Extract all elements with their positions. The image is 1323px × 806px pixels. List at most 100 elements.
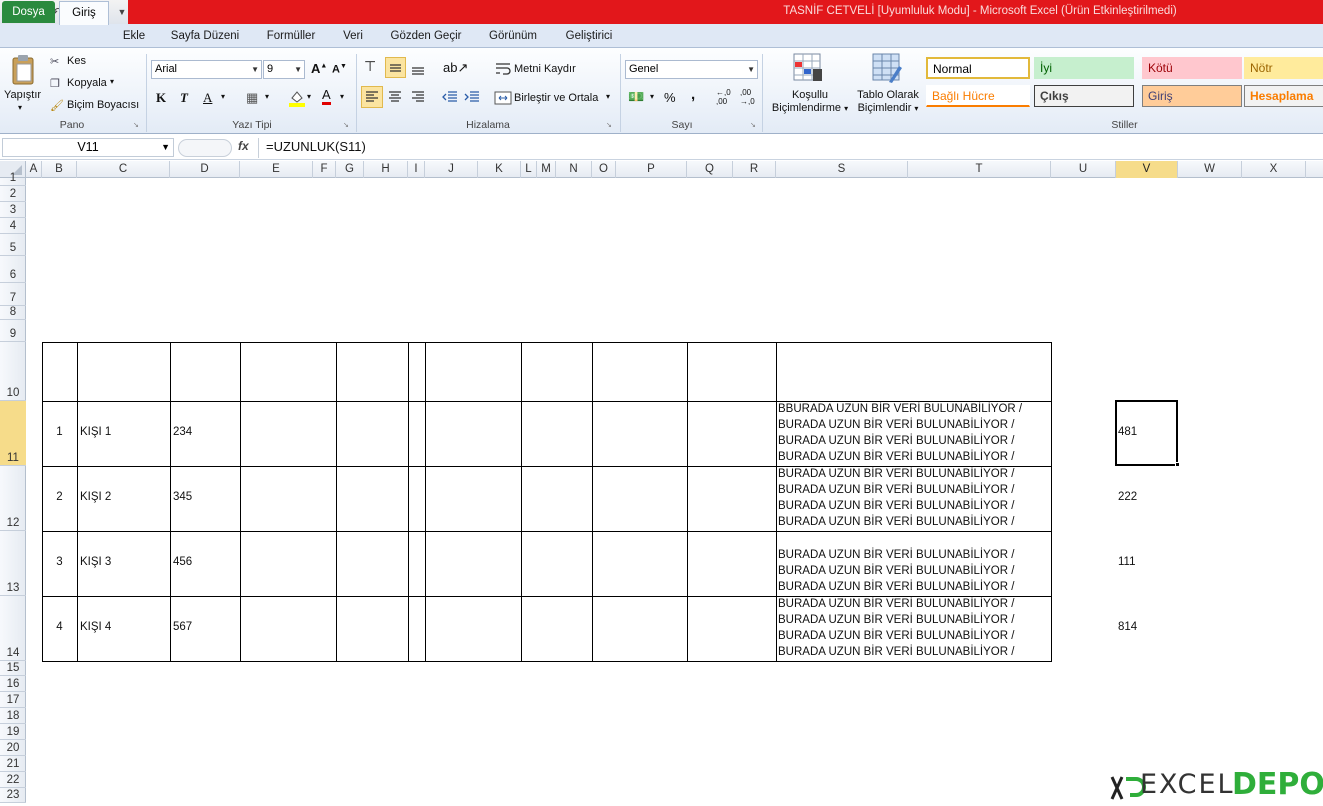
column-header-n[interactable]: N bbox=[556, 161, 592, 178]
decrease-indent-icon[interactable] bbox=[441, 88, 459, 106]
borders-dropdown-icon[interactable]: ▾ bbox=[265, 92, 269, 101]
cell-text-length[interactable]: 814 bbox=[1118, 621, 1176, 637]
cell-long-text[interactable]: BBURADA UZUN BİR VERİ BULUNABİLİYOR / BUR… bbox=[778, 401, 1050, 465]
conditional-formatting-icon[interactable] bbox=[792, 52, 824, 84]
row-header-5[interactable]: 5 bbox=[0, 234, 26, 256]
merge-center-icon[interactable] bbox=[494, 89, 512, 107]
cell-person-name[interactable]: KİŞİ 3 bbox=[80, 556, 168, 572]
column-header-a[interactable]: A bbox=[26, 161, 42, 178]
row-header-22[interactable]: 22 bbox=[0, 772, 26, 788]
column-header-w[interactable]: W bbox=[1178, 161, 1242, 178]
increase-indent-icon[interactable] bbox=[463, 88, 481, 106]
cell-style-6[interactable]: Çıkış bbox=[1034, 85, 1134, 107]
shrink-font-icon[interactable]: A▼ bbox=[332, 63, 347, 76]
orientation-icon[interactable]: ab↗ bbox=[443, 60, 468, 76]
cell-style-2[interactable]: İyi bbox=[1034, 57, 1134, 79]
formula-bar-resize-handle[interactable] bbox=[178, 139, 232, 157]
currency-dropdown-icon[interactable]: ▾ bbox=[650, 92, 654, 101]
column-header-r[interactable]: R bbox=[733, 161, 776, 178]
row-header-14[interactable]: 14 bbox=[0, 596, 26, 661]
cell-row-number[interactable]: 3 bbox=[42, 556, 77, 572]
cell-value[interactable]: 567 bbox=[173, 621, 239, 637]
column-header-t[interactable]: T bbox=[908, 161, 1051, 178]
borders-icon[interactable]: ▦ bbox=[246, 90, 258, 106]
align-right-icon[interactable] bbox=[409, 88, 427, 106]
copy-button[interactable]: Kopyala bbox=[67, 77, 107, 89]
fill-handle[interactable] bbox=[1175, 462, 1180, 467]
comma-button[interactable]: , bbox=[691, 86, 695, 103]
format-painter-icon[interactable]: 🖌 bbox=[50, 99, 64, 112]
row-header-20[interactable]: 20 bbox=[0, 740, 26, 756]
cell-person-name[interactable]: KİŞİ 4 bbox=[80, 621, 168, 637]
align-center-icon[interactable] bbox=[386, 88, 404, 106]
cell-value[interactable]: 345 bbox=[173, 491, 239, 507]
row-header-7[interactable]: 7 bbox=[0, 283, 26, 306]
row-header-8[interactable]: 8 bbox=[0, 306, 26, 320]
cell-person-name[interactable]: KİŞİ 2 bbox=[80, 491, 168, 507]
row-header-16[interactable]: 16 bbox=[0, 676, 26, 692]
conditional-formatting-button[interactable]: Koşullu Biçimlendirme ▾ bbox=[770, 89, 850, 115]
percent-button[interactable]: % bbox=[664, 90, 676, 105]
tab-developer[interactable]: Geliştirici bbox=[556, 24, 622, 48]
align-middle-icon[interactable] bbox=[385, 57, 406, 78]
row-header-15[interactable]: 15 bbox=[0, 661, 26, 676]
column-header-e[interactable]: E bbox=[240, 161, 313, 178]
merge-dropdown-icon[interactable]: ▾ bbox=[606, 92, 610, 101]
tab-insert[interactable]: Ekle bbox=[114, 24, 154, 48]
align-bottom-icon[interactable] bbox=[409, 59, 427, 77]
insert-function-icon[interactable]: fx bbox=[238, 139, 249, 153]
cell-long-text[interactable]: BURADA UZUN BİR VERİ BULUNABİLİYOR / BURA… bbox=[778, 466, 1050, 530]
column-header-j[interactable]: J bbox=[425, 161, 478, 178]
row-header-18[interactable]: 18 bbox=[0, 708, 26, 724]
tab-view[interactable]: Görünüm bbox=[480, 24, 546, 48]
name-box[interactable]: V11 ▼ bbox=[2, 138, 174, 157]
row-header-13[interactable]: 13 bbox=[0, 531, 26, 596]
cell-long-text[interactable]: BURADA UZUN BİR VERİ BULUNABİLİYOR / BURA… bbox=[778, 547, 1050, 595]
column-header-l[interactable]: L bbox=[521, 161, 537, 178]
row-header-23[interactable]: 23 bbox=[0, 788, 26, 803]
row-header-19[interactable]: 19 bbox=[0, 724, 26, 740]
cell-style-1[interactable]: Normal bbox=[926, 57, 1030, 79]
tab-file[interactable]: Dosya bbox=[2, 1, 55, 23]
column-header-i[interactable]: I bbox=[408, 161, 425, 178]
column-header-v[interactable]: V bbox=[1116, 161, 1178, 178]
cut-icon[interactable]: ✂ bbox=[50, 55, 59, 68]
paste-dropdown-icon[interactable]: ▾ bbox=[18, 103, 22, 112]
column-header-d[interactable]: D bbox=[170, 161, 240, 178]
format-painter-button[interactable]: Biçim Boyacısı bbox=[67, 99, 139, 111]
cell-row-number[interactable]: 4 bbox=[42, 621, 77, 637]
font-color-dropdown-icon[interactable]: ▾ bbox=[340, 92, 344, 101]
column-header-h[interactable]: H bbox=[364, 161, 408, 178]
cell-text-length[interactable]: 111 bbox=[1118, 556, 1176, 572]
column-header-u[interactable]: U bbox=[1051, 161, 1116, 178]
column-header-o[interactable]: O bbox=[592, 161, 616, 178]
clipboard-launcher-icon[interactable]: ↘ bbox=[133, 121, 139, 129]
column-header-q[interactable]: Q bbox=[687, 161, 733, 178]
decrease-decimal-icon[interactable]: ,00 →,0 bbox=[740, 88, 755, 106]
currency-icon[interactable]: 💵 bbox=[628, 89, 644, 105]
align-left-icon[interactable] bbox=[361, 86, 383, 108]
format-as-table-button[interactable]: Tablo Olarak Biçimlendir ▾ bbox=[850, 89, 926, 115]
column-header-p[interactable]: P bbox=[616, 161, 687, 178]
tab-page-layout[interactable]: Sayfa Düzeni bbox=[160, 24, 250, 48]
column-header-k[interactable]: K bbox=[478, 161, 521, 178]
row-header-21[interactable]: 21 bbox=[0, 756, 26, 772]
fill-color-dropdown-icon[interactable]: ▾ bbox=[307, 92, 311, 101]
cut-button[interactable]: Kes bbox=[67, 55, 86, 67]
cell-style-4[interactable]: Nötr bbox=[1244, 57, 1323, 79]
cell-person-name[interactable]: KİŞİ 1 bbox=[80, 426, 168, 442]
row-header-6[interactable]: 6 bbox=[0, 256, 26, 283]
paste-button[interactable]: Yapıştır bbox=[4, 89, 41, 101]
font-size-combo[interactable]: 9 ▼ bbox=[263, 60, 305, 79]
cell-long-text[interactable]: BURADA UZUN BİR VERİ BULUNABİLİYOR / BURA… bbox=[778, 596, 1050, 660]
formula-input[interactable]: =UZUNLUK(S11) bbox=[266, 139, 366, 154]
row-header-4[interactable]: 4 bbox=[0, 218, 26, 234]
paste-icon[interactable] bbox=[8, 54, 38, 86]
column-header-s[interactable]: S bbox=[776, 161, 908, 178]
row-header-10[interactable]: 10 bbox=[0, 342, 26, 401]
cell-value[interactable]: 234 bbox=[173, 426, 239, 442]
cell-style-8[interactable]: Hesaplama bbox=[1244, 85, 1323, 107]
column-header-m[interactable]: M bbox=[537, 161, 556, 178]
number-format-combo[interactable]: Genel ▼ bbox=[625, 60, 758, 79]
tab-home[interactable]: Giriş bbox=[59, 1, 109, 25]
